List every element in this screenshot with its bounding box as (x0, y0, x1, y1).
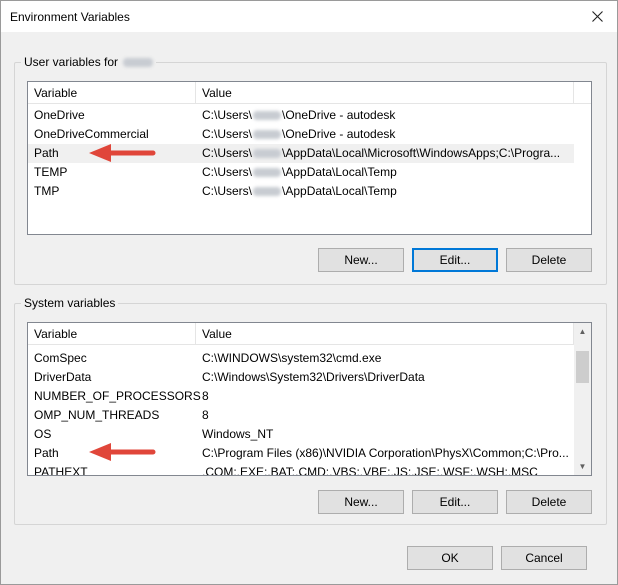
system-variables-group: System variables Variable Value ComSpec C… (14, 296, 607, 525)
cancel-button[interactable]: Cancel (501, 546, 587, 570)
list-item[interactable]: DriverData C:\Windows\System32\Drivers\Dr… (28, 368, 574, 387)
user-new-button[interactable]: New... (318, 248, 404, 272)
system-new-button[interactable]: New... (318, 490, 404, 514)
variable-name: OneDrive (34, 108, 85, 122)
variable-name: Path (34, 146, 59, 160)
variable-value: .COM;.EXE;.BAT;.CMD;.VBS;.VBE;.JS;.JSE;.… (202, 465, 538, 476)
user-variables-header: Variable Value (28, 82, 591, 104)
variable-value: 8 (202, 389, 209, 403)
variable-value: Windows_NT (202, 427, 274, 441)
list-item[interactable]: PATHEXT .COM;.EXE;.BAT;.CMD;.VBS;.VBE;.JS… (28, 463, 574, 476)
system-variables-legend: System variables (21, 296, 119, 310)
variable-name: Path (34, 446, 59, 460)
list-item[interactable]: OneDrive C:\Users\ \OneDrive - autodesk (28, 106, 574, 125)
system-variables-scrollbar[interactable]: ▲ ▼ (574, 323, 591, 475)
close-icon (591, 11, 603, 22)
variable-value: C:\Users\ \OneDrive - autodesk (202, 108, 396, 122)
user-delete-button[interactable]: Delete (506, 248, 592, 272)
variable-name: DriverData (34, 370, 92, 384)
variable-name: OMP_NUM_THREADS (34, 408, 160, 422)
variable-value: C:\Users\ \AppData\Local\Temp (202, 184, 397, 198)
list-item[interactable]: TMP C:\Users\ \AppData\Local\Temp (28, 182, 574, 201)
redacted-username (253, 111, 282, 121)
column-header-value[interactable]: Value (196, 82, 574, 104)
scrollbar-thumb[interactable] (576, 351, 589, 383)
variable-name: TMP (34, 184, 60, 198)
annotation-arrow-system-path (89, 443, 156, 461)
variable-name: ComSpec (34, 351, 87, 365)
environment-variables-dialog: Environment Variables User variables for… (0, 0, 618, 585)
variable-value: C:\Users\ \AppData\Local\Microsoft\Window… (202, 146, 561, 160)
user-variables-group: User variables for Variable Value OneDri… (14, 55, 607, 285)
user-variables-legend: User variables for (21, 55, 157, 69)
system-delete-button[interactable]: Delete (506, 490, 592, 514)
list-item[interactable]: OMP_NUM_THREADS 8 (28, 406, 574, 425)
variable-value: C:\Users\ \OneDrive - autodesk (202, 127, 396, 141)
variable-name: TEMP (34, 165, 68, 179)
variable-name: OS (34, 427, 52, 441)
scroll-up-icon[interactable]: ▲ (574, 323, 591, 340)
ok-button[interactable]: OK (407, 546, 493, 570)
close-button[interactable] (577, 1, 617, 32)
variable-value: 8 (202, 408, 209, 422)
user-edit-button[interactable]: Edit... (412, 248, 498, 272)
window-title: Environment Variables (10, 10, 130, 24)
system-variables-header: Variable Value (28, 323, 591, 345)
redacted-username (253, 149, 282, 159)
variable-value: C:\Windows\System32\Drivers\DriverData (202, 370, 425, 384)
list-item[interactable]: ComSpec C:\WINDOWS\system32\cmd.exe (28, 349, 574, 368)
variable-value: C:\WINDOWS\system32\cmd.exe (202, 351, 382, 365)
list-item[interactable]: TEMP C:\Users\ \AppData\Local\Temp (28, 163, 574, 182)
column-header-variable[interactable]: Variable (28, 82, 196, 104)
redacted-username (253, 130, 282, 140)
variable-value: C:\Users\ \AppData\Local\Temp (202, 165, 397, 179)
column-header-value[interactable]: Value (196, 323, 574, 345)
scroll-down-icon[interactable]: ▼ (574, 458, 591, 475)
redacted-username (253, 187, 282, 197)
variable-value: C:\Program Files (x86)\NVIDIA Corporatio… (202, 446, 569, 460)
title-bar: Environment Variables (1, 1, 617, 32)
variable-name: PATHEXT (34, 465, 88, 476)
redacted-username (123, 58, 154, 68)
variable-name: NUMBER_OF_PROCESSORS (34, 389, 201, 403)
list-item[interactable]: NUMBER_OF_PROCESSORS 8 (28, 387, 574, 406)
column-header-variable[interactable]: Variable (28, 323, 196, 345)
system-edit-button[interactable]: Edit... (412, 490, 498, 514)
annotation-arrow-user-path (89, 144, 156, 162)
redacted-username (253, 168, 282, 178)
